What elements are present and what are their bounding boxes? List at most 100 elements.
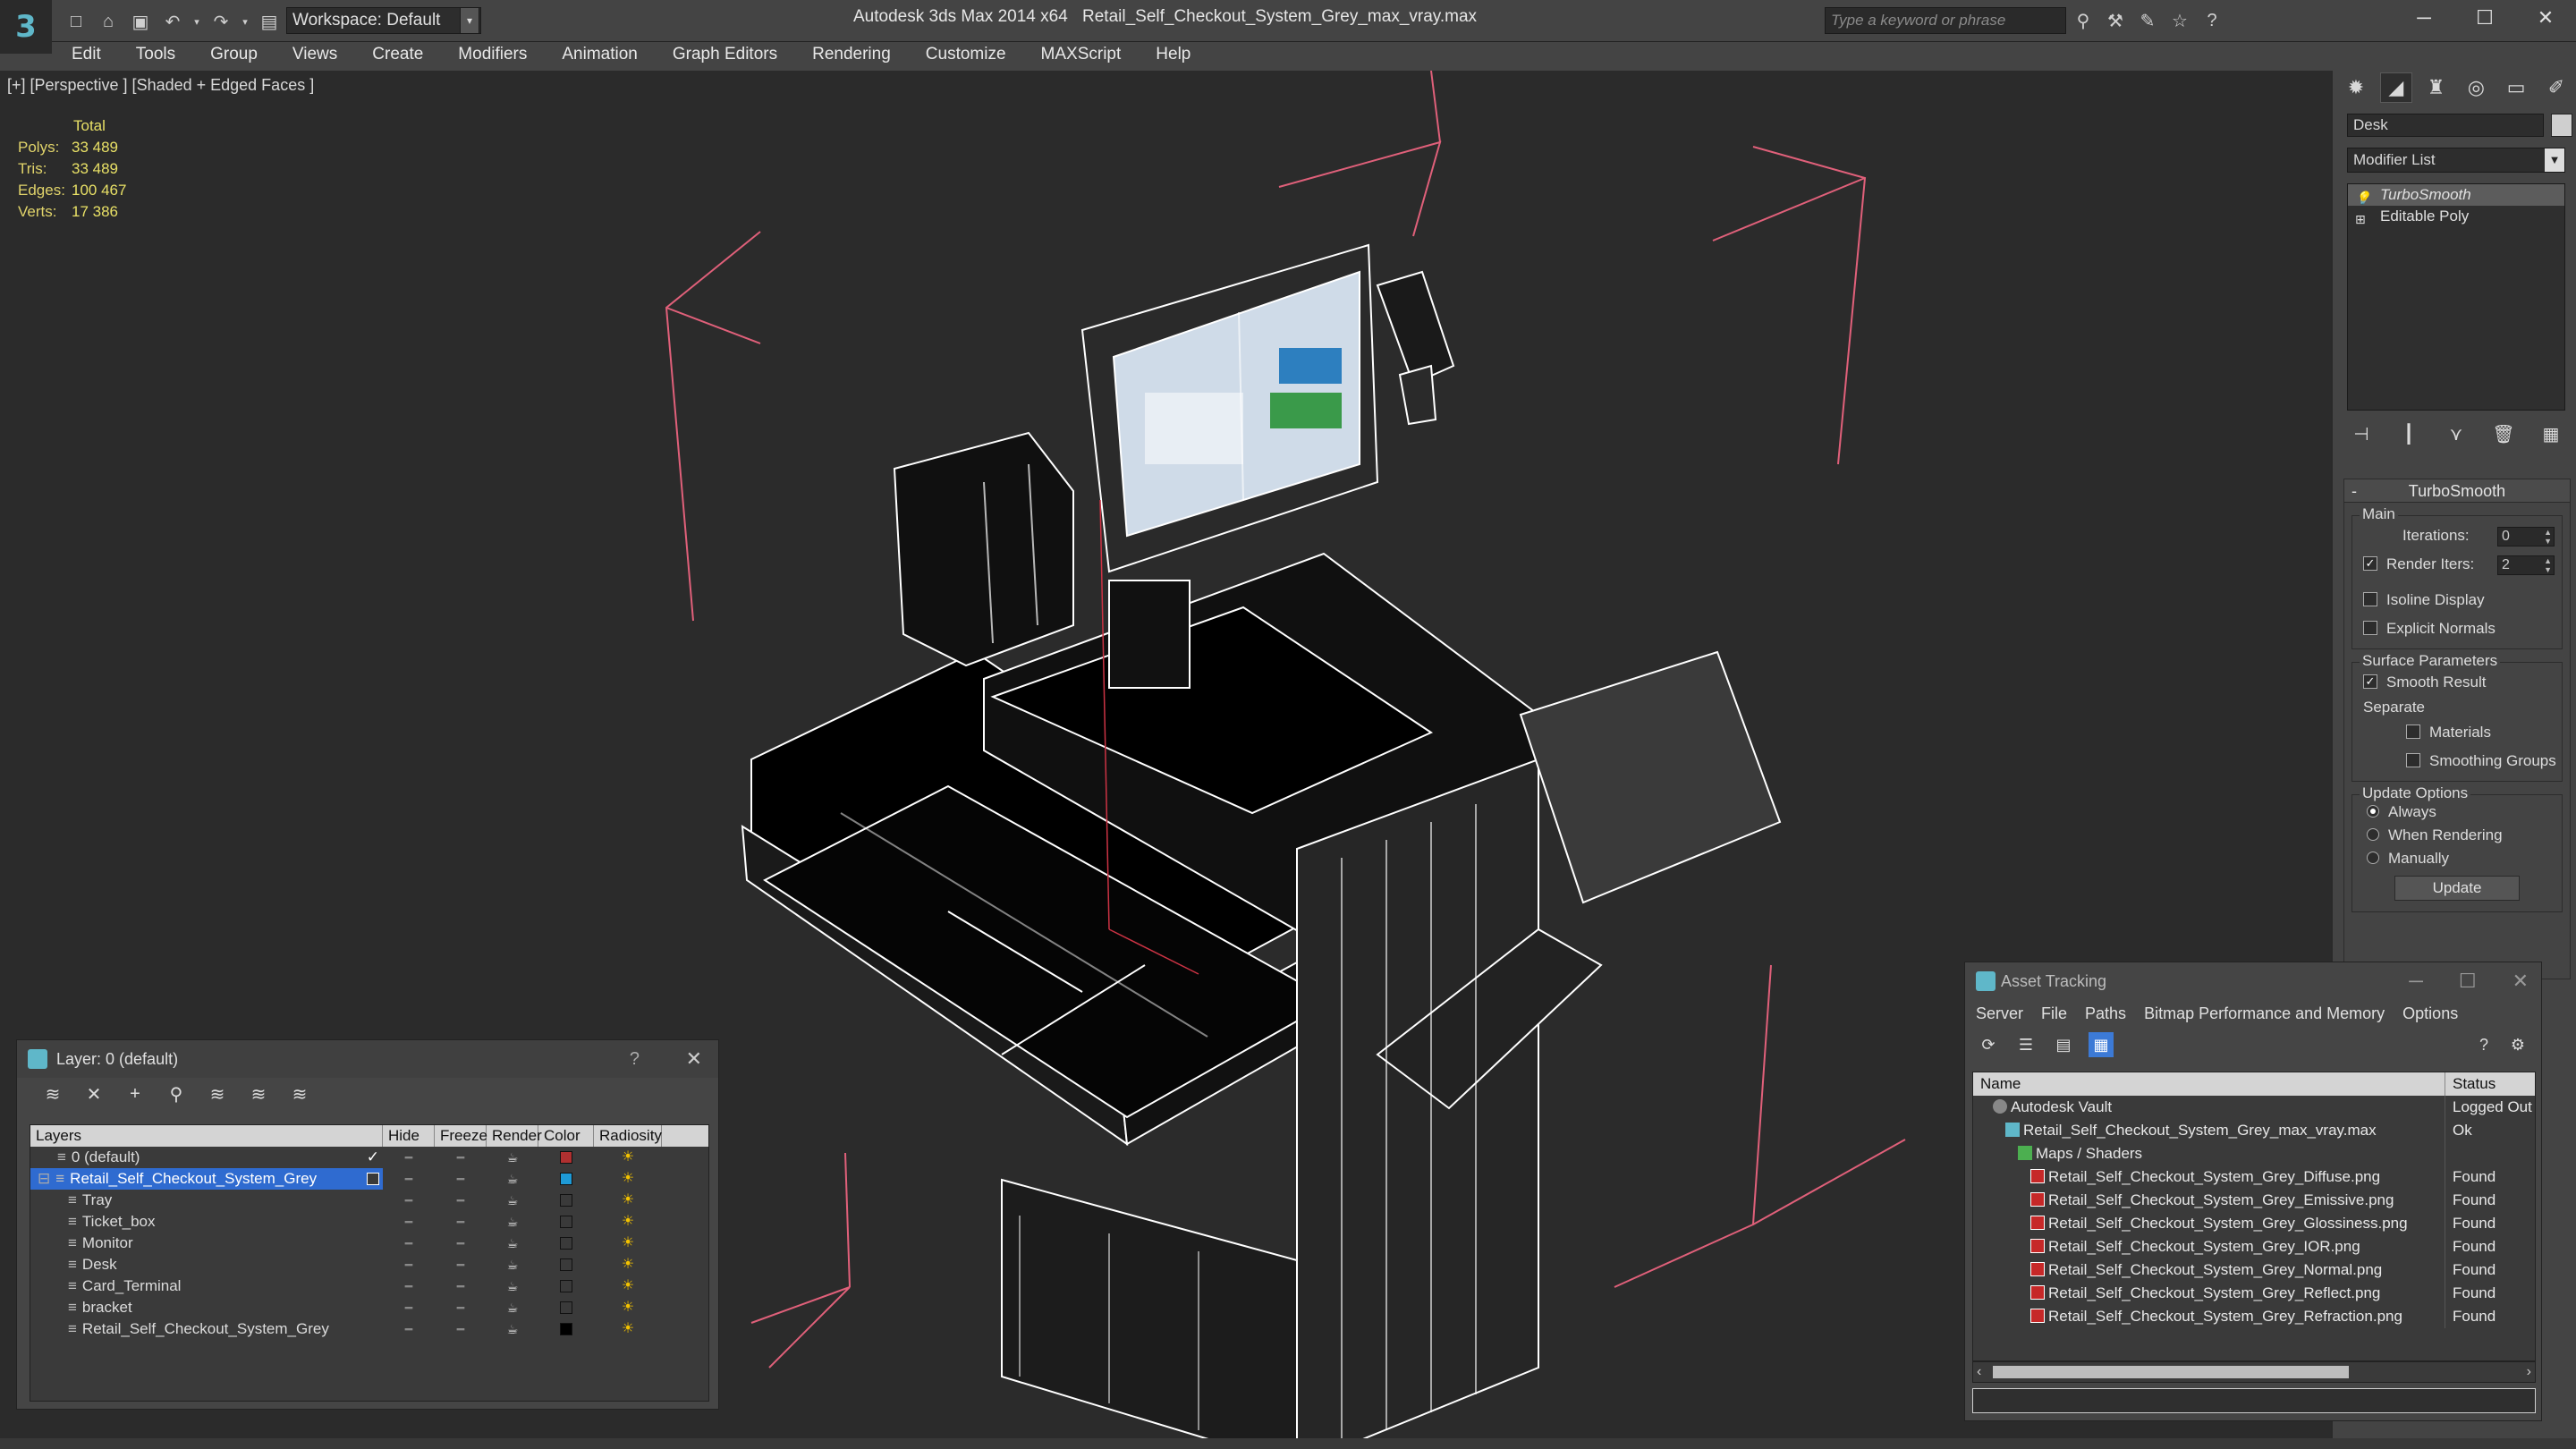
layer-row[interactable]: ⊟ ≡ Retail_Self_Checkout_System_Grey ━ ━ ☕ ☀ <box>30 1168 708 1190</box>
asset-menu-options[interactable]: Options <box>2402 1004 2458 1023</box>
asset-name-cell[interactable]: Retail_Self_Checkout_System_Grey_Glossin… <box>1973 1212 2445 1235</box>
modify-tab-icon[interactable]: ◢ <box>2379 72 2412 103</box>
asset-row[interactable]: Autodesk Vault Logged Out <box>1973 1096 2535 1119</box>
asset-menu-bitmap[interactable]: Bitmap Performance and Memory <box>2144 1004 2385 1023</box>
rollout-header[interactable]: - TurboSmooth <box>2344 479 2570 503</box>
hide-toggle-icon[interactable]: ━ <box>383 1211 435 1233</box>
radiosity-icon[interactable]: ☀ <box>594 1190 662 1211</box>
radiosity-icon[interactable]: ☀ <box>594 1147 662 1168</box>
table-view-icon[interactable]: ▦ <box>2089 1032 2114 1057</box>
menu-modifiers[interactable]: Modifiers <box>458 45 544 64</box>
qat-dropdown-icon[interactable]: ▾ <box>460 7 479 34</box>
render-iters-checkbox[interactable]: ✓ <box>2363 555 2377 571</box>
scroll-left-icon[interactable]: ‹ <box>1977 1362 1981 1382</box>
help-icon[interactable]: ? <box>2471 1032 2496 1057</box>
help-button[interactable]: ? <box>630 1040 640 1078</box>
render-teapot-icon[interactable]: ☕ <box>487 1297 538 1318</box>
create-layer-icon[interactable]: ≋ <box>40 1081 65 1106</box>
asset-row[interactable]: Retail_Self_Checkout_System_Grey_Emissiv… <box>1973 1189 2535 1212</box>
menu-customize[interactable]: Customize <box>926 45 1023 64</box>
spinner-arrows-icon[interactable]: ▲ ▼ <box>2544 528 2552 546</box>
freeze-toggle-icon[interactable]: ━ <box>435 1254 487 1275</box>
utilities-tab-icon[interactable]: ✐ <box>2540 72 2572 103</box>
asset-row[interactable]: Maps / Shaders <box>1973 1142 2535 1165</box>
redo-dropdown-icon[interactable]: ▾ <box>240 8 250 35</box>
layer-name-cell[interactable]: ≡ bracket <box>30 1297 383 1318</box>
layer-name-cell[interactable]: ≡ Monitor <box>30 1233 383 1254</box>
configure-sets-icon[interactable]: ▦ <box>2537 420 2565 447</box>
layer-dialog-titlebar[interactable]: Layer: 0 (default) ? ✕ <box>17 1040 718 1078</box>
menu-create[interactable]: Create <box>372 45 440 64</box>
col-layers[interactable]: Layers <box>30 1125 383 1147</box>
freeze-all-icon[interactable]: ≋ <box>287 1081 312 1106</box>
new-file-icon[interactable]: □ <box>63 8 89 35</box>
open-file-icon[interactable]: ⌂ <box>95 8 122 35</box>
always-radio[interactable] <box>2367 804 2379 818</box>
explicit-normals-checkbox[interactable] <box>2363 620 2377 635</box>
asset-menu-paths[interactable]: Paths <box>2085 1004 2126 1023</box>
maximize-icon[interactable]: ☐ <box>2454 0 2515 36</box>
close-icon[interactable]: ✕ <box>2512 962 2529 1000</box>
freeze-toggle-icon[interactable]: ━ <box>435 1233 487 1254</box>
close-icon[interactable]: ✕ <box>686 1040 702 1078</box>
manually-radio[interactable] <box>2367 851 2379 864</box>
settings-icon[interactable]: ⚙ <box>2505 1032 2530 1057</box>
asset-name-cell[interactable]: Retail_Self_Checkout_System_Grey_max_vra… <box>1973 1119 2445 1142</box>
smoothing-groups-checkbox[interactable] <box>2406 752 2420 767</box>
hide-toggle-icon[interactable]: ━ <box>383 1318 435 1340</box>
add-to-layer-icon[interactable]: + <box>123 1081 148 1106</box>
radiosity-icon[interactable]: ☀ <box>594 1254 662 1275</box>
asset-row[interactable]: Retail_Self_Checkout_System_Grey_IOR.png… <box>1973 1235 2535 1258</box>
materials-checkbox[interactable] <box>2406 724 2420 739</box>
menu-edit[interactable]: Edit <box>72 45 118 64</box>
render-teapot-icon[interactable]: ☕ <box>487 1147 538 1168</box>
update-button[interactable]: Update <box>2394 876 2520 901</box>
col-hide[interactable]: Hide <box>383 1125 435 1147</box>
menu-graph-editors[interactable]: Graph Editors <box>673 45 794 64</box>
maximize-icon[interactable]: ☐ <box>2459 962 2477 1000</box>
asset-menu-file[interactable]: File <box>2041 1004 2067 1023</box>
iterations-spinner[interactable]: 0 ▲ ▼ <box>2497 527 2555 547</box>
layer-name-cell[interactable]: ≡ Ticket_box <box>30 1211 383 1233</box>
layer-color-swatch[interactable] <box>538 1211 594 1233</box>
layer-row[interactable]: ≡ Desk ━ ━ ☕ ☀ <box>30 1254 708 1275</box>
layer-color-swatch[interactable] <box>538 1147 594 1168</box>
layer-name-cell[interactable]: ≡ Desk <box>30 1254 383 1275</box>
current-layer-box-icon[interactable] <box>367 1173 379 1185</box>
layer-name-cell[interactable]: ≡ 0 (default) ✓ <box>30 1147 383 1168</box>
radiosity-icon[interactable]: ☀ <box>594 1275 662 1297</box>
hide-toggle-icon[interactable]: ━ <box>383 1168 435 1190</box>
redo-icon[interactable]: ↷ <box>208 8 234 35</box>
show-end-result-icon[interactable]: ┃ <box>2394 420 2423 447</box>
radiosity-icon[interactable]: ☀ <box>594 1297 662 1318</box>
isoline-checkbox[interactable] <box>2363 591 2377 606</box>
layer-row[interactable]: ≡ bracket ━ ━ ☕ ☀ <box>30 1297 708 1318</box>
freeze-toggle-icon[interactable]: ━ <box>435 1318 487 1340</box>
render-teapot-icon[interactable]: ☕ <box>487 1275 538 1297</box>
menu-help[interactable]: Help <box>1156 45 1208 64</box>
render-iters-spinner[interactable]: 2 ▲ ▼ <box>2497 555 2555 575</box>
make-unique-icon[interactable]: ⋎ <box>2442 420 2470 447</box>
undo-dropdown-icon[interactable]: ▾ <box>191 8 202 35</box>
when-rendering-radio[interactable] <box>2367 827 2379 841</box>
close-icon[interactable]: ✕ <box>2515 0 2576 36</box>
scrollbar-thumb[interactable] <box>1993 1366 2349 1378</box>
expand-minus-icon[interactable]: ⊟ <box>38 1170 50 1187</box>
layer-row[interactable]: ≡ Ticket_box ━ ━ ☕ ☀ <box>30 1211 708 1233</box>
app-logo-icon[interactable]: 3 <box>0 0 52 54</box>
layer-name-cell[interactable]: ≡ Tray <box>30 1190 383 1211</box>
pin-stack-icon[interactable]: ⊣ <box>2347 420 2376 447</box>
layer-color-swatch[interactable] <box>538 1254 594 1275</box>
freeze-toggle-icon[interactable]: ━ <box>435 1168 487 1190</box>
binoculars-icon[interactable]: ⚲ <box>2072 7 2095 34</box>
layer-name-cell[interactable]: ≡ Card_Terminal <box>30 1275 383 1297</box>
radiosity-icon[interactable]: ☀ <box>594 1211 662 1233</box>
undo-icon[interactable]: ↶ <box>159 8 186 35</box>
asset-name-cell[interactable]: Retail_Self_Checkout_System_Grey_Reflect… <box>1973 1282 2445 1305</box>
asset-name-cell[interactable]: Retail_Self_Checkout_System_Grey_Refract… <box>1973 1305 2445 1328</box>
create-tab-icon[interactable]: ✹ <box>2340 72 2372 103</box>
render-teapot-icon[interactable]: ☕ <box>487 1254 538 1275</box>
layer-row[interactable]: ≡ Tray ━ ━ ☕ ☀ <box>30 1190 708 1211</box>
object-name-field[interactable]: Desk <box>2347 114 2544 137</box>
asset-row[interactable]: Retail_Self_Checkout_System_Grey_Reflect… <box>1973 1282 2535 1305</box>
